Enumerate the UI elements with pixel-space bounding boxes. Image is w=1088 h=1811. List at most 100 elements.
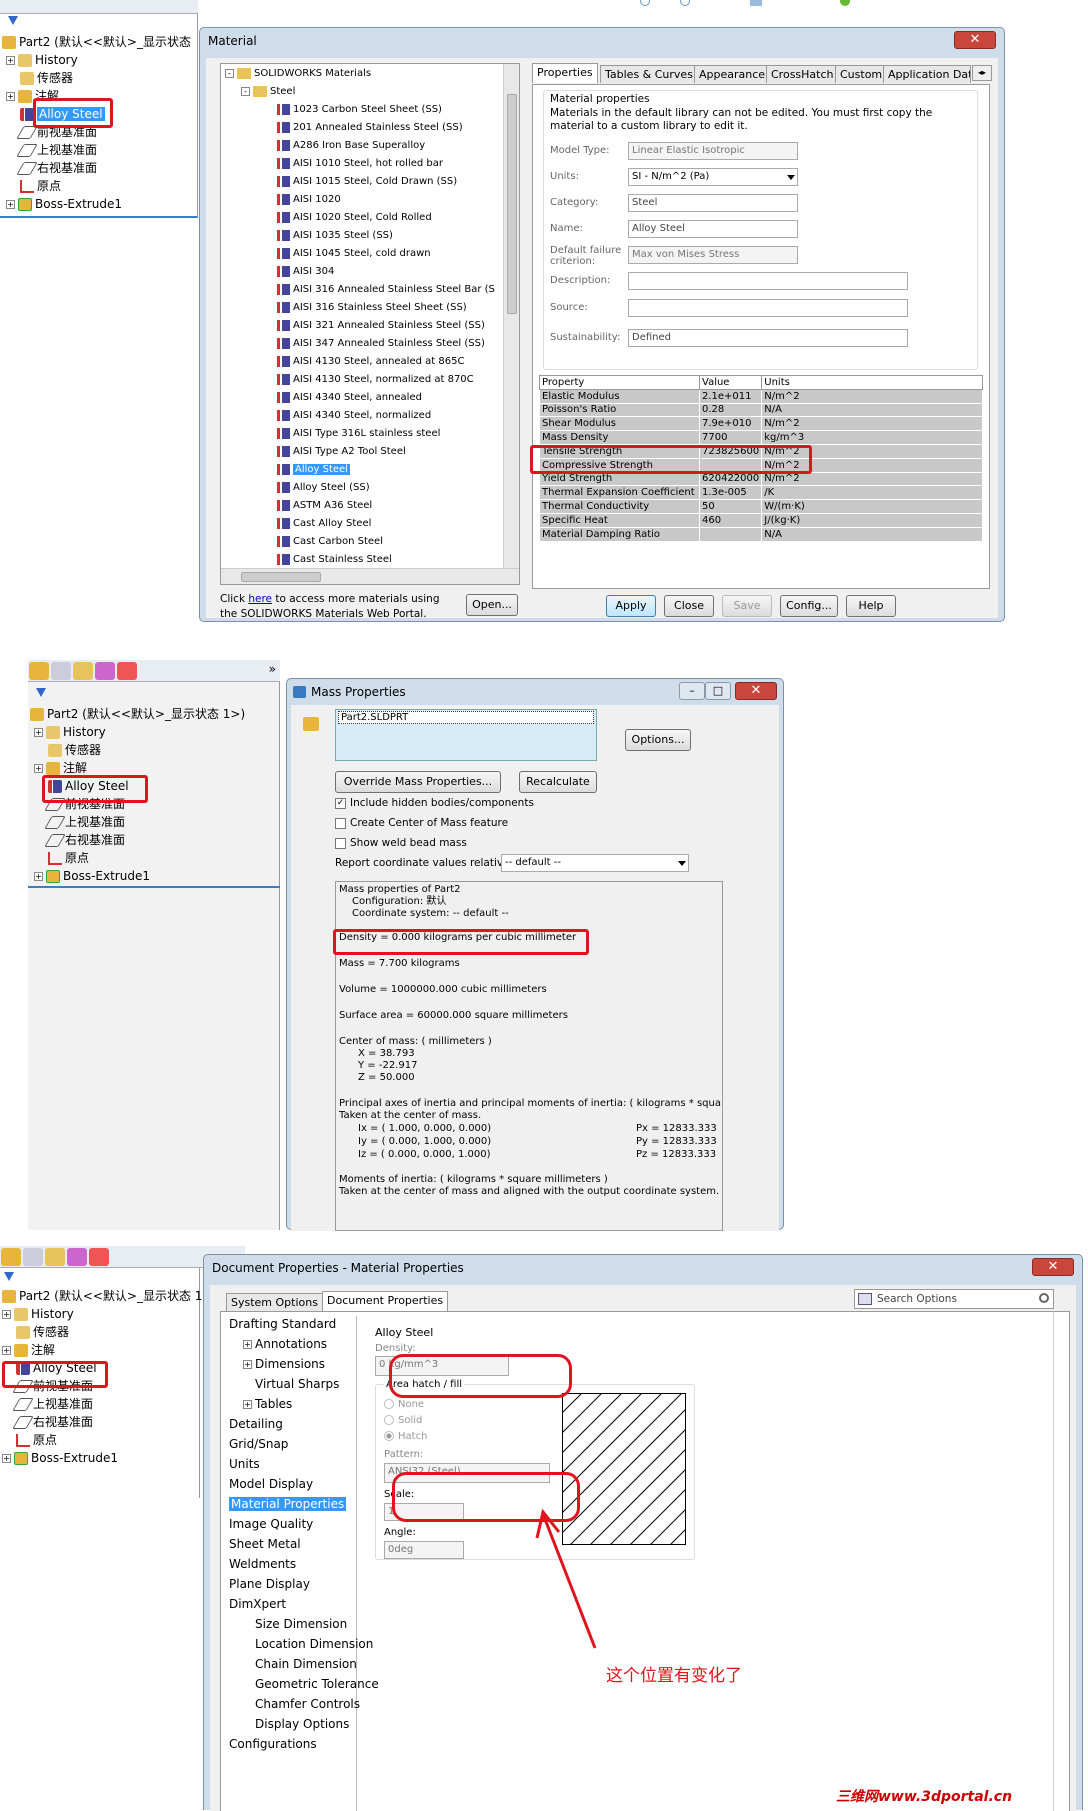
nav-item[interactable]: + Tables [243, 1396, 292, 1413]
material-list-item[interactable]: AISI Type 316L stainless steel [277, 426, 440, 442]
tab-custom[interactable]: Custom [835, 65, 888, 83]
table-row[interactable]: Thermal Conductivity 50 W/(m·K) [539, 499, 983, 514]
material-list-item[interactable]: AISI 304 [277, 264, 334, 280]
table-row[interactable]: Specific Heat 460 J/(kg·K) [539, 512, 983, 528]
tree-item-history[interactable]: + History [6, 52, 78, 69]
tree-item-origin[interactable]: 原点 [20, 178, 61, 195]
dimxpert-icon[interactable] [95, 662, 115, 680]
nav-item[interactable]: + Annotations [243, 1336, 327, 1353]
checkbox-icon[interactable] [335, 837, 346, 849]
nav-item[interactable]: Material Properties [229, 1496, 347, 1513]
tree-item-top-plane[interactable]: 上视基准面 [44, 814, 125, 831]
table-row[interactable]: Thermal Expansion Coefficient 1.3e-005/K [539, 485, 983, 501]
tree-item-top-plane[interactable]: 上视基准面 [12, 1396, 93, 1413]
recalculate-button[interactable]: Recalculate [519, 771, 597, 793]
tree-item-boss-extrude[interactable]: + Boss-Extrude1 [2, 1450, 118, 1467]
material-list-item[interactable]: A286 Iron Base Superalloy [277, 138, 425, 154]
material-list-item[interactable]: AISI 1010 Steel, hot rolled bar [277, 156, 443, 172]
nav-item[interactable]: Geometric Tolerance [243, 1676, 379, 1693]
dimxpert-icon[interactable] [67, 1248, 87, 1266]
nav-item[interactable]: Weldments [229, 1556, 296, 1573]
material-list-item[interactable]: AISI 4340 Steel, annealed [277, 390, 422, 406]
material-list-item[interactable]: AISI 316 Stainless Steel Sheet (SS) [277, 300, 467, 316]
chevron-down-icon[interactable] [678, 861, 686, 866]
open-button[interactable]: Open... [466, 594, 518, 616]
tab-scroll-arrows[interactable]: ◂▸ [972, 65, 992, 81]
nav-item[interactable]: Sheet Metal [229, 1536, 301, 1553]
nav-item[interactable]: Detailing [229, 1416, 283, 1433]
tree-item-origin[interactable]: 原点 [48, 850, 89, 867]
nav-item[interactable]: Grid/Snap [229, 1436, 288, 1453]
radio-icon[interactable] [384, 1415, 394, 1425]
library-root[interactable]: - SOLIDWORKS Materials [225, 66, 371, 82]
expand-icon[interactable]: + [243, 1340, 252, 1349]
tab-document-properties[interactable]: Document Properties [322, 1291, 449, 1311]
checkbox-checked-icon[interactable]: ✓ [335, 797, 346, 809]
tree-item-sensors[interactable]: 传感器 [48, 742, 101, 759]
nav-item[interactable]: Model Display [229, 1476, 313, 1493]
horizontal-scrollbar[interactable] [221, 568, 519, 584]
zoom-icon[interactable] [640, 0, 650, 6]
save-button[interactable]: Save [722, 595, 772, 617]
material-list-item[interactable]: Cast Alloy Steel [277, 516, 371, 532]
table-row[interactable]: Material Damping Ratio N/A [539, 526, 983, 542]
nav-item[interactable]: Plane Display [229, 1576, 310, 1593]
close-icon[interactable]: ✕ [735, 682, 777, 700]
angle-field[interactable]: 0deg [384, 1541, 464, 1559]
tree-part[interactable]: Part2 (默认<<默认>_显示状态 [2, 34, 191, 51]
minimize-icon[interactable]: – [679, 682, 705, 700]
material-list-item[interactable]: AISI 1020 Steel, Cold Rolled [277, 210, 432, 226]
radio-selected-icon[interactable] [384, 1431, 394, 1441]
chevron-down-icon[interactable] [787, 175, 795, 180]
material-list-item[interactable]: AISI 1015 Steel, Cold Drawn (SS) [277, 174, 457, 190]
tab-appearance[interactable]: Appearance [694, 65, 771, 83]
material-list-item[interactable]: 201 Annealed Stainless Steel (SS) [277, 120, 463, 136]
tab-system-options[interactable]: System Options [226, 1293, 323, 1311]
material-list-item[interactable]: AISI 4130 Steel, annealed at 865C [277, 354, 464, 370]
tab-application-data[interactable]: Application Dat [883, 65, 971, 83]
coordinate-system-select[interactable]: -- default -- [501, 854, 689, 872]
tab-properties[interactable]: Properties [532, 63, 598, 83]
tree-item-boss-extrude[interactable]: + Boss-Extrude1 [6, 196, 122, 213]
vertical-scrollbar[interactable] [503, 64, 519, 570]
radio-icon[interactable] [384, 1399, 394, 1409]
tree-item-sensors[interactable]: 传感器 [20, 70, 73, 87]
tree-item-right-plane[interactable]: 右视基准面 [16, 160, 97, 177]
tree-part[interactable]: Part2 (默认<<默认>_显示状态 1> [2, 1288, 213, 1305]
tree-item-annotations[interactable]: + 注解 [2, 1342, 55, 1359]
category-field[interactable]: Steel [628, 194, 798, 212]
radio-none[interactable]: None [384, 1399, 424, 1410]
table-row[interactable]: Shear Modulus 7.9e+010 N/m^2 [539, 416, 983, 432]
scroll-thumb[interactable] [507, 94, 517, 314]
maximize-icon[interactable]: □ [705, 682, 731, 700]
selection-list[interactable]: Part2.SLDPRT [335, 709, 597, 761]
help-button[interactable]: Help [846, 595, 896, 617]
display-manager-icon[interactable] [89, 1248, 109, 1266]
nav-item[interactable]: Location Dimension [243, 1636, 373, 1653]
display-manager-icon[interactable] [117, 662, 137, 680]
tree-item-history[interactable]: + History [34, 724, 106, 741]
expand-icon[interactable]: » [269, 662, 276, 676]
portal-link[interactable]: here [248, 593, 272, 605]
material-list-item[interactable]: Cast Carbon Steel [277, 534, 383, 550]
config-manager-icon[interactable] [45, 1248, 65, 1266]
nav-item[interactable]: Chain Dimension [243, 1656, 357, 1673]
nav-item[interactable]: Size Dimension [243, 1616, 347, 1633]
tree-item-right-plane[interactable]: 右视基准面 [44, 832, 125, 849]
config-button[interactable]: Config... [780, 595, 838, 617]
model-type-select[interactable]: Linear Elastic Isotropic [628, 142, 798, 160]
tree-item-top-plane[interactable]: 上视基准面 [16, 142, 97, 159]
nav-item[interactable]: Configurations [229, 1736, 317, 1753]
nav-item[interactable]: Units [229, 1456, 260, 1473]
material-list-item[interactable]: AISI 316 Annealed Stainless Steel Bar (S [277, 282, 495, 298]
material-list-item[interactable]: ASTM A36 Steel [277, 498, 372, 514]
filter-icon[interactable] [36, 688, 46, 698]
feature-manager-icon[interactable] [29, 662, 49, 680]
vertical-scrollbar[interactable] [1053, 1312, 1069, 1811]
material-list-item[interactable]: AISI 321 Annealed Stainless Steel (SS) [277, 318, 485, 334]
units-select[interactable]: SI - N/m^2 (Pa) [628, 168, 798, 186]
expand-icon[interactable]: + [243, 1400, 252, 1409]
nav-item[interactable]: Virtual Sharps [243, 1376, 339, 1393]
nav-item[interactable]: + Dimensions [243, 1356, 325, 1373]
material-list-item[interactable]: Alloy Steel [277, 462, 350, 478]
